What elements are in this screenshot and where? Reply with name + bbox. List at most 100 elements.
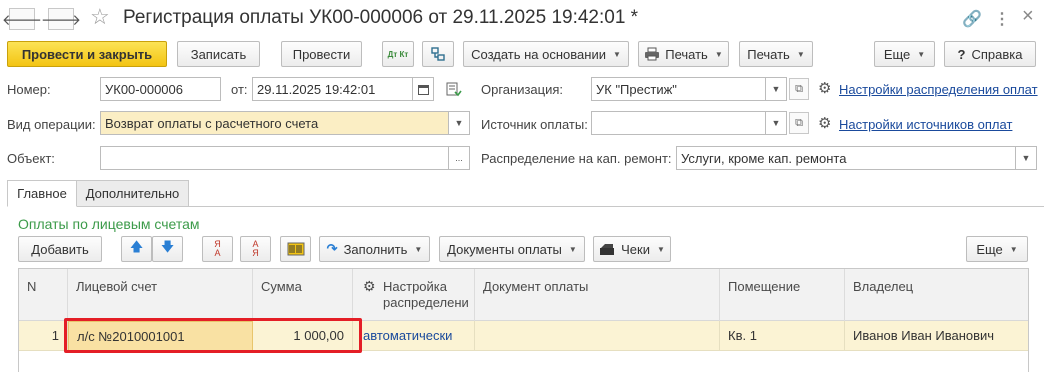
gear-icon[interactable]: ⚙ [818, 114, 831, 132]
column-header-sum[interactable]: Сумма [253, 269, 353, 321]
tab-divider [7, 206, 1044, 207]
distribution-settings-link[interactable]: Настройки распределения оплат [839, 82, 1038, 97]
organization-field[interactable]: УК "Престиж" [591, 77, 766, 101]
column-header-owner[interactable]: Владелец [845, 269, 1028, 321]
add-button[interactable]: Добавить [18, 236, 102, 262]
print-button[interactable]: Печать ▼ [739, 41, 813, 67]
barcode-button[interactable] [280, 236, 311, 262]
write-button[interactable]: Записать [177, 41, 260, 67]
sort-ascending-icon: ЯА [214, 239, 221, 258]
chevron-down-icon: ▼ [771, 84, 781, 94]
distribution-link[interactable]: автоматически [363, 328, 452, 343]
post-button[interactable]: Провести [281, 41, 362, 67]
fill-label: Заполнить [343, 241, 408, 257]
tab-additional-label: Дополнительно [85, 186, 180, 201]
sort-ascending-button[interactable]: ЯА [202, 236, 233, 262]
table-header: N Лицевой счет Сумма ⚙ Настройка распред… [19, 269, 1028, 321]
highlight-annotation-box [64, 318, 362, 353]
column-header-room[interactable]: Помещение [720, 269, 845, 321]
date-label: от: [231, 82, 248, 97]
tab-main[interactable]: Главное [7, 180, 77, 207]
payment-source-dropdown[interactable]: ▼ [766, 111, 787, 135]
organization-open-button[interactable]: ⧉ [789, 78, 809, 100]
chevron-down-icon: ▼ [1009, 244, 1018, 254]
back-button[interactable]: 🡐 [2, 8, 42, 30]
post-and-close-button[interactable]: Провести и закрыть [7, 41, 167, 67]
link-icon[interactable]: 🔗 [962, 9, 982, 29]
help-icon: ? [957, 46, 966, 62]
fill-button[interactable]: ↷ Заполнить ▼ [319, 236, 430, 262]
post-and-close-label: Провести и закрыть [21, 46, 153, 62]
write-label: Записать [190, 46, 247, 62]
close-icon[interactable]: × [1022, 5, 1034, 28]
date-field[interactable]: 29.11.2025 19:42:01 [252, 77, 413, 101]
object-field[interactable] [100, 146, 449, 170]
move-up-button[interactable]: 🡅 [121, 236, 152, 262]
chevron-down-icon: ▼ [414, 244, 423, 254]
chevron-down-icon: ▼ [714, 49, 723, 59]
column-header-account[interactable]: Лицевой счет [68, 269, 253, 321]
calendar-button[interactable] [413, 77, 434, 101]
print-label: Печать [665, 46, 708, 62]
chevron-down-icon: ▼ [1021, 153, 1031, 163]
sources-settings-link[interactable]: Настройки источников оплат [839, 117, 1012, 132]
cell-distribution[interactable]: автоматически [353, 321, 475, 351]
payment-source-field[interactable] [591, 111, 766, 135]
gear-icon[interactable]: ⚙ [818, 79, 831, 97]
table-more-label: Еще [976, 241, 1003, 257]
help-button[interactable]: ? Справка [944, 41, 1036, 67]
create-based-on-label: Создать на основании [471, 46, 606, 62]
print-menu-button[interactable]: Печать ▼ [638, 41, 729, 67]
arrow-up-icon: 🡅 [129, 239, 144, 254]
forward-button[interactable]: 🡒 [41, 8, 81, 30]
chevron-down-icon: ▼ [771, 118, 781, 128]
create-based-on-button[interactable]: Создать на основании ▼ [463, 41, 629, 67]
ellipsis-icon: ... [455, 153, 463, 163]
more-actions-icon[interactable]: ⋮ [994, 9, 1010, 29]
post-label: Провести [292, 46, 351, 62]
cell-document[interactable] [475, 321, 720, 351]
chevron-down-icon: ▼ [796, 49, 805, 59]
operation-field[interactable]: Возврат оплаты с расчетного счета [100, 111, 449, 135]
cell-owner[interactable]: Иванов Иван Иванович [845, 321, 1028, 351]
chevron-down-icon: ▼ [656, 244, 665, 254]
open-icon: ⧉ [795, 82, 803, 95]
cell-n[interactable]: 1 [19, 321, 68, 351]
number-field[interactable]: УК00-000006 [100, 77, 221, 101]
section-title: Оплаты по лицевым счетам [18, 216, 200, 232]
add-label: Добавить [31, 241, 89, 257]
open-icon: ⧉ [795, 116, 803, 129]
move-down-button[interactable]: 🡇 [152, 236, 183, 262]
column-header-n[interactable]: N [19, 269, 68, 321]
chevron-down-icon: ▼ [454, 118, 464, 128]
payment-source-open-button[interactable]: ⧉ [789, 112, 809, 134]
arrow-right-icon: 🡒 [40, 11, 82, 29]
number-label: Номер: [7, 82, 51, 97]
cell-room[interactable]: Кв. 1 [720, 321, 845, 351]
document-history-icon[interactable] [446, 82, 462, 98]
column-header-document[interactable]: Документ оплаты [475, 269, 720, 321]
operation-dropdown[interactable]: ▼ [449, 111, 470, 135]
favorite-star-icon[interactable]: ☆ [90, 4, 110, 30]
capital-repair-dropdown[interactable]: ▼ [1016, 146, 1037, 170]
object-select-button[interactable]: ... [449, 146, 470, 170]
tab-additional[interactable]: Дополнительно [76, 180, 189, 207]
organization-dropdown[interactable]: ▼ [766, 77, 787, 101]
operation-label: Вид операции: [7, 117, 96, 132]
dt-kt-button[interactable]: Дт Кт [382, 41, 414, 67]
column-header-distribution[interactable]: ⚙ Настройка распределени [353, 269, 475, 321]
payment-documents-button[interactable]: Документы оплаты ▼ [439, 236, 585, 262]
print-label-2: Печать [747, 46, 790, 62]
payment-source-label: Источник оплаты: [481, 117, 588, 132]
checks-button[interactable]: Чеки ▼ [593, 236, 671, 262]
document-structure-icon [431, 47, 445, 61]
payment-documents-label: Документы оплаты [447, 241, 562, 257]
window-title: Регистрация оплаты УК00-000006 от 29.11.… [123, 7, 639, 28]
sort-descending-button[interactable]: АЯ [240, 236, 271, 262]
structure-button[interactable] [422, 41, 454, 67]
arrow-down-icon: 🡇 [160, 239, 175, 254]
table-more-button[interactable]: Еще ▼ [966, 236, 1028, 262]
more-button[interactable]: Еще ▼ [874, 41, 935, 67]
capital-repair-field[interactable]: Услуги, кроме кап. ремонта [676, 146, 1016, 170]
chevron-down-icon: ▼ [568, 244, 577, 254]
